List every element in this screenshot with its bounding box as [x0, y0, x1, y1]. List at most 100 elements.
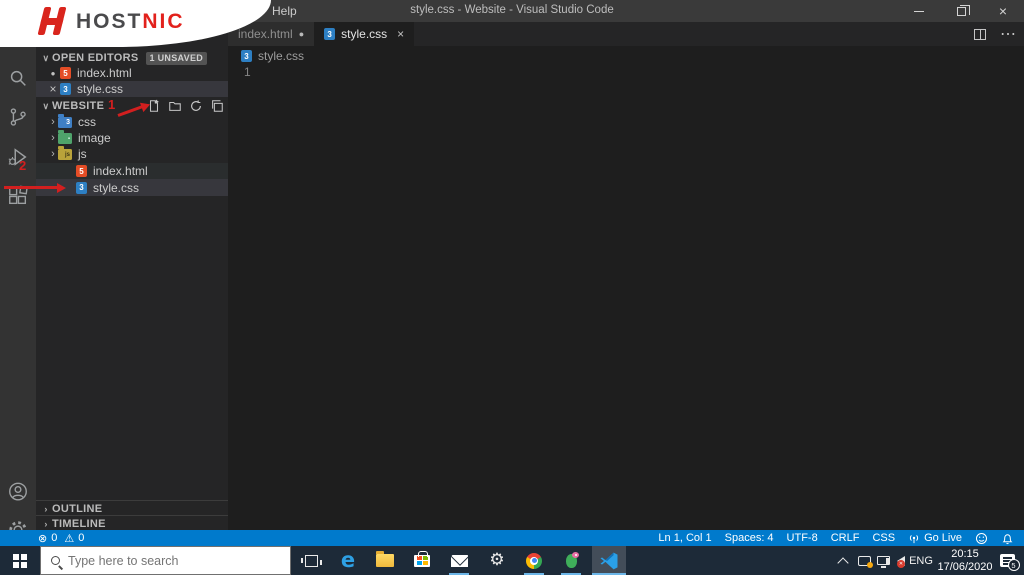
mail-button[interactable] [444, 546, 474, 575]
timeline-section-header[interactable]: › TIMELINE [36, 515, 228, 531]
parrot-app-icon [565, 551, 579, 568]
close-button[interactable]: × [982, 0, 1024, 22]
clock[interactable]: 20:15 17/06/2020 [936, 548, 994, 573]
chrome-button[interactable] [519, 546, 549, 575]
search-icon[interactable] [7, 67, 29, 89]
minimize-button[interactable] [898, 0, 940, 22]
vscode-button[interactable] [592, 546, 626, 575]
chevron-up-icon [837, 556, 849, 569]
date-label: 17/06/2020 [937, 560, 993, 573]
css-file-icon [324, 28, 336, 40]
open-editors-label: OPEN EDITORS [52, 52, 139, 64]
gear-icon: ⚙ [489, 550, 505, 570]
action-center-button[interactable]: 5 [992, 546, 1022, 575]
tray-chevron-button[interactable] [832, 546, 854, 575]
js-folder-icon [58, 145, 72, 160]
error-count: 0 [51, 532, 58, 544]
source-control-icon[interactable] [7, 106, 29, 128]
edge-button[interactable]: e [333, 546, 363, 575]
tree-item-label: image [78, 131, 111, 145]
problems-indicator[interactable]: ⊗ 0 ⚠ 0 [0, 532, 84, 545]
website-root-label: WEBSITE [52, 100, 105, 112]
css-folder-icon [58, 113, 72, 128]
chevron-down-icon: ∨ [42, 52, 50, 63]
status-bar: ⊗ 0 ⚠ 0 Ln 1, Col 1 Spaces: 4 UTF-8 CRLF… [0, 530, 1024, 546]
open-editor-item-style-css[interactable]: × style.css [36, 81, 228, 97]
open-editor-item-index-html[interactable]: ● index.html [36, 65, 228, 81]
settings-button[interactable]: ⚙ [482, 546, 512, 575]
search-input[interactable] [68, 553, 268, 568]
eol-sequence[interactable]: CRLF [831, 532, 860, 544]
indentation[interactable]: Spaces: 4 [725, 532, 774, 544]
tab-style-css[interactable]: style.css × [314, 22, 415, 46]
tab-label: index.html [238, 27, 293, 41]
warning-icon: ⚠ [64, 532, 75, 545]
editor-area: index.html ● style.css × ⋯ style.css 1 [228, 22, 1024, 530]
tree-file-index-html[interactable]: index.html [36, 163, 228, 179]
collapse-all-icon[interactable] [209, 99, 224, 114]
taskbar-search[interactable] [40, 546, 291, 575]
start-button[interactable] [0, 546, 40, 575]
annotation-arrow-2 [4, 182, 66, 193]
file-explorer-icon [376, 551, 394, 567]
go-live-button[interactable]: Go Live [908, 532, 962, 544]
brand-host-text: HOST [76, 10, 143, 33]
language-indicator[interactable]: ENG [906, 546, 936, 575]
tree-item-label: style.css [93, 180, 140, 195]
account-icon[interactable] [7, 480, 29, 502]
tablet-notification-icon [857, 555, 873, 568]
css-file-icon [76, 181, 87, 194]
speaker-muted-icon [886, 555, 905, 568]
website-actions [146, 98, 224, 114]
activity-bar [0, 22, 36, 539]
chrome-icon [526, 552, 542, 569]
outline-section-header[interactable]: › OUTLINE [36, 500, 228, 516]
breadcrumb[interactable]: style.css [241, 49, 304, 63]
tree-item-label: css [78, 115, 96, 129]
split-editor-icon[interactable] [974, 28, 986, 40]
hostnic-wordmark: HOSTNIC [76, 10, 185, 34]
windows-logo-icon [13, 553, 27, 568]
tree-folder-js[interactable]: › js [36, 145, 228, 162]
window-controls: × [898, 0, 1024, 22]
windows-taskbar: e ⚙ ENG 20:15 17/06/2020 5 [0, 546, 1024, 575]
annotation-step-2: 2 [19, 158, 27, 173]
editor-actions: ⋯ [974, 22, 1016, 46]
edge-icon: e [340, 548, 356, 572]
more-actions-icon[interactable]: ⋯ [1000, 24, 1016, 44]
chevron-right-icon: › [51, 116, 55, 128]
chevron-down-icon: ∨ [42, 100, 50, 111]
cursor-position[interactable]: Ln 1, Col 1 [658, 532, 711, 544]
task-view-icon [300, 554, 322, 567]
notifications-bell-icon[interactable] [1001, 532, 1014, 545]
store-button[interactable] [407, 546, 437, 575]
html-file-icon [60, 67, 71, 79]
parrot-app-button[interactable] [556, 546, 586, 575]
tree-folder-css[interactable]: › css [36, 113, 228, 130]
annotation-step-1: 1 [108, 97, 116, 112]
microsoft-store-icon [414, 550, 430, 567]
tree-item-label: index.html [93, 164, 148, 178]
close-tab-icon[interactable]: × [397, 27, 404, 41]
action-center-icon: 5 [999, 554, 1020, 571]
close-editor-icon[interactable]: × [46, 82, 60, 96]
open-editor-label: index.html [77, 66, 132, 80]
encoding[interactable]: UTF-8 [787, 532, 818, 544]
refresh-icon[interactable] [188, 99, 203, 114]
vscode-icon [599, 551, 619, 571]
chevron-right-icon: › [44, 503, 48, 514]
open-editors-header[interactable]: ∨ OPEN EDITORS 1 UNSAVED [36, 50, 228, 66]
unsaved-badge: 1 UNSAVED [145, 51, 208, 65]
warning-count: 0 [78, 532, 85, 544]
tree-item-label: js [78, 147, 87, 161]
tree-folder-image[interactable]: › image [36, 129, 228, 146]
time-label: 20:15 [951, 548, 979, 560]
restore-button[interactable] [940, 0, 982, 22]
language-mode[interactable]: CSS [872, 532, 895, 544]
new-folder-icon[interactable] [167, 99, 182, 114]
feedback-smiley-icon[interactable] [975, 532, 988, 545]
go-live-label: Go Live [924, 532, 962, 544]
task-view-button[interactable] [296, 546, 326, 575]
file-explorer-button[interactable] [370, 546, 400, 575]
notification-count-badge: 5 [1007, 559, 1020, 571]
